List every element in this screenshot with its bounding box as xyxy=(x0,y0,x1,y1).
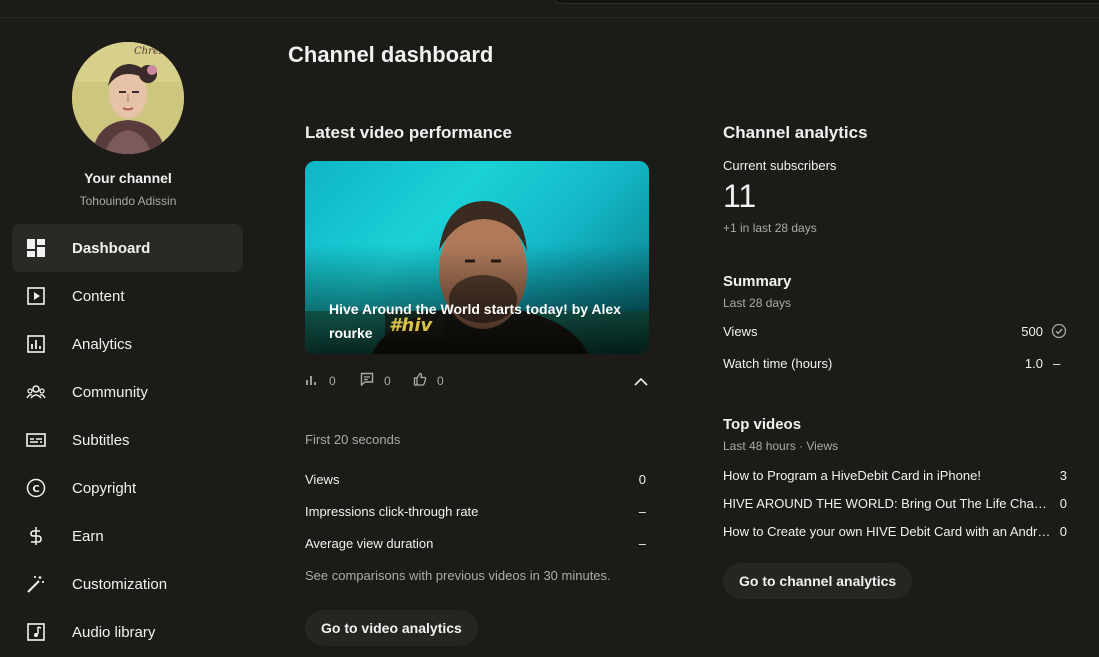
summary-heading: Summary xyxy=(723,273,792,290)
sidebar-item-audio-library[interactable]: Audio library xyxy=(12,608,243,656)
top-video-row[interactable]: HIVE AROUND THE WORLD: Bring Out The Lif… xyxy=(723,496,1067,514)
top-videos-heading: Top videos xyxy=(723,416,802,433)
sidebar-item-copyright[interactable]: C Copyright xyxy=(12,464,243,512)
top-video-title[interactable]: HIVE AROUND THE WORLD: Bring Out The Lif… xyxy=(723,496,1051,511)
subtitles-icon xyxy=(26,430,46,450)
avatar-signature: Chrelena xyxy=(134,46,180,57)
row-label: Average view duration xyxy=(305,536,434,551)
sidebar-item-label: Dashboard xyxy=(72,239,151,257)
svg-text:Chrelena: Chrelena xyxy=(134,46,180,57)
content-icon xyxy=(26,286,46,306)
svg-text:C: C xyxy=(32,484,39,495)
video-stats-row: 0 0 0 xyxy=(305,372,649,392)
earn-icon xyxy=(26,526,46,546)
thumbs-up-icon xyxy=(413,372,427,389)
video-thumbnail[interactable]: #hiv Hive Around the World starts today!… xyxy=(305,161,649,354)
subscribers-label: Current subscribers xyxy=(723,158,837,173)
row-label: Views xyxy=(305,472,340,487)
audio-library-icon xyxy=(26,622,46,642)
top-video-views: 0 xyxy=(1059,496,1067,511)
row-value: 500 xyxy=(1021,324,1043,339)
sidebar: Chrelena Your channel Tohouindo Adissin … xyxy=(0,18,256,657)
video-title[interactable]: Hive Around the World starts today! by A… xyxy=(329,297,629,345)
top-video-row[interactable]: How to Create your own HIVE Debit Card w… xyxy=(723,524,1067,542)
avatar[interactable]: Chrelena xyxy=(72,42,184,154)
top-video-title[interactable]: How to Create your own HIVE Debit Card w… xyxy=(723,524,1051,539)
sidebar-item-label: Audio library xyxy=(72,623,156,641)
sidebar-nav: Dashboard Content Analytics Community Su… xyxy=(12,224,243,656)
sidebar-item-community[interactable]: Community xyxy=(12,368,243,416)
go-to-video-analytics-button[interactable]: Go to video analytics xyxy=(305,610,478,646)
watch-time-indicator: – xyxy=(1053,356,1061,371)
sidebar-item-label: Analytics xyxy=(72,335,133,353)
dashboard-icon xyxy=(26,238,46,258)
sidebar-item-earn[interactable]: Earn xyxy=(12,512,243,560)
video-row-avg-duration: Average view duration – xyxy=(305,536,646,551)
top-video-title[interactable]: How to Program a HiveDebit Card in iPhon… xyxy=(723,468,1051,483)
comment-icon xyxy=(360,372,374,389)
channel-analytics-heading: Channel analytics xyxy=(723,123,868,142)
bar-chart-icon xyxy=(305,372,319,389)
sidebar-item-label: Copyright xyxy=(72,479,137,497)
row-label: Views xyxy=(723,324,758,339)
comparison-note: See comparisons with previous videos in … xyxy=(305,568,611,583)
subscribers-change: +1 in last 28 days xyxy=(723,221,817,235)
your-channel-label[interactable]: Your channel xyxy=(0,170,256,186)
sidebar-item-dashboard[interactable]: Dashboard xyxy=(12,224,243,272)
analytics-icon xyxy=(26,334,46,354)
channel-name: Tohouindo Adissin xyxy=(79,194,177,208)
top-videos-period: Last 48 hours · Views xyxy=(723,439,839,453)
sidebar-item-content[interactable]: Content xyxy=(12,272,243,320)
chevron-up-icon[interactable] xyxy=(633,374,649,390)
views-count: 0 xyxy=(329,373,336,388)
sidebar-item-label: Customization xyxy=(72,575,168,593)
latest-video-heading: Latest video performance xyxy=(305,123,512,142)
customization-icon xyxy=(26,574,46,594)
likes-stat: 0 xyxy=(413,372,444,389)
video-row-ctr: Impressions click-through rate – xyxy=(305,504,646,519)
summary-row-watch-time: Watch time (hours) 1.0 xyxy=(723,356,1043,371)
sidebar-item-customization[interactable]: Customization xyxy=(12,560,243,608)
sidebar-item-label: Earn xyxy=(72,527,104,545)
sidebar-item-analytics[interactable]: Analytics xyxy=(12,320,243,368)
go-to-channel-analytics-button[interactable]: Go to channel analytics xyxy=(723,563,913,599)
summary-period: Last 28 days xyxy=(723,296,792,310)
comments-count: 0 xyxy=(384,373,391,388)
row-label: Watch time (hours) xyxy=(723,356,833,371)
top-video-views: 0 xyxy=(1059,524,1067,539)
search-bar[interactable] xyxy=(552,0,1099,4)
page-title: Channel dashboard xyxy=(288,42,494,67)
sidebar-item-label: Content xyxy=(72,287,125,305)
row-value: 1.0 xyxy=(1024,356,1043,371)
views-stat: 0 xyxy=(305,372,336,389)
top-video-row[interactable]: How to Program a HiveDebit Card in iPhon… xyxy=(723,468,1067,486)
sidebar-item-label: Community xyxy=(72,383,148,401)
sidebar-item-subtitles[interactable]: Subtitles xyxy=(12,416,243,464)
row-label: Impressions click-through rate xyxy=(305,504,479,519)
row-value: 0 xyxy=(638,472,646,487)
summary-row-views: Views 500 xyxy=(723,324,1043,339)
sidebar-item-label: Subtitles xyxy=(72,431,130,449)
check-circle-icon xyxy=(1051,323,1067,344)
community-icon xyxy=(26,382,46,402)
row-value: – xyxy=(638,536,646,551)
video-period-label: First 20 seconds xyxy=(305,432,401,447)
copyright-icon: C xyxy=(26,478,46,498)
row-value: – xyxy=(638,504,646,519)
likes-count: 0 xyxy=(437,373,444,388)
top-video-views: 3 xyxy=(1059,468,1067,483)
comments-stat: 0 xyxy=(360,372,391,389)
video-row-views: Views 0 xyxy=(305,472,646,487)
top-bar xyxy=(0,0,1099,18)
subscribers-count: 11 xyxy=(723,178,757,214)
